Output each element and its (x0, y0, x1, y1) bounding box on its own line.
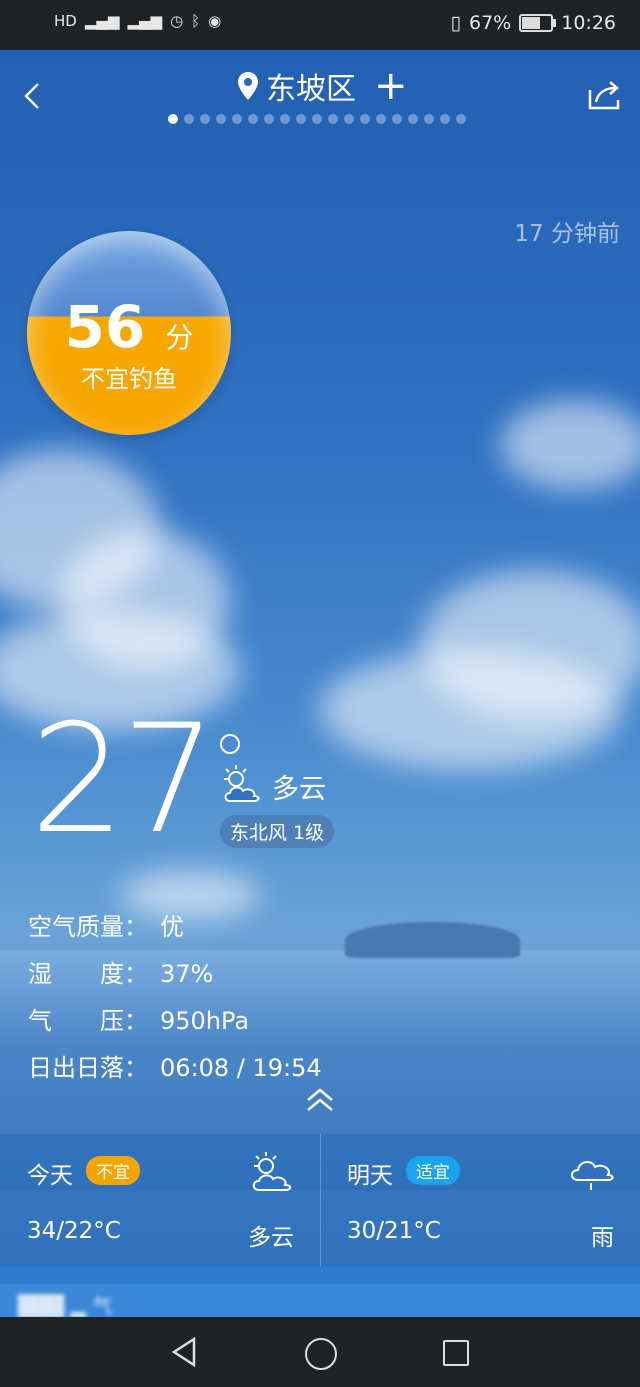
battery-icon (519, 14, 557, 32)
vibrate-icon: ▯ (450, 12, 461, 34)
detail-value: 950hPa (160, 1007, 250, 1035)
signal-icon: ▂▄▆ (127, 12, 163, 30)
status-bar: HD ▂▄▆ ▂▄▆ ◷ ᛒ ◉ ▯ 67% 10:26 (0, 0, 640, 50)
share-button[interactable] (586, 80, 622, 112)
detail-row-sun: 日出日落： 06:08 / 19:54 (28, 1045, 322, 1092)
page-dot (168, 114, 178, 124)
fishing-score-value: 56 (64, 293, 146, 361)
detail-row-pressure: 气 压： 950hPa (28, 998, 322, 1045)
degree-symbol (220, 734, 240, 754)
location-name: 东坡区 (266, 72, 356, 107)
location-pin-icon (238, 72, 258, 100)
system-nav-bar (0, 1317, 640, 1387)
detail-label: 气 压： (28, 1007, 148, 1035)
rain-icon (571, 1161, 614, 1190)
4g-signal-icon: ▂▄▆ (84, 12, 120, 30)
battery-percent: 67% (469, 12, 512, 34)
share-icon (588, 81, 620, 110)
page-dot (184, 114, 194, 124)
island-background (345, 922, 520, 958)
weather-main: 东坡区 + 17 分钟前 56 分 不宜钓鱼 27 多云 东北风 1级 空气质量… (0, 50, 640, 1317)
wind-badge: 东北风 1级 (220, 815, 335, 848)
detail-value: 优 (160, 913, 184, 941)
page-dot (392, 114, 402, 124)
nav-back-button[interactable] (170, 1337, 198, 1367)
forecast-condition: 雨 (591, 1225, 614, 1251)
page-dot (328, 114, 338, 124)
fishing-advice: 不宜钓鱼 (81, 365, 177, 393)
weather-details: 空气质量： 优 湿 度： 37% 气 压： 950hPa 日出日落： 06:08 / 1… (28, 904, 322, 1092)
forecast-temp: 34/22°C (27, 1218, 121, 1244)
forecast-strip: 今天 不宜 34/22°C 多云 明天 适宜 30/21°C 雨 (0, 1134, 640, 1266)
fishing-badge: 适宜 (406, 1156, 460, 1185)
status-icons-left: HD ▂▄▆ ▂▄▆ ◷ ᛒ ◉ (54, 12, 221, 30)
battery-fill (522, 17, 540, 29)
current-condition: 多云 (272, 774, 326, 805)
chevron-left-icon (24, 83, 39, 109)
page-dot (296, 114, 306, 124)
page-dot (376, 114, 386, 124)
page-dot (280, 114, 290, 124)
partly-cloudy-icon (224, 765, 260, 802)
page-dot (216, 114, 226, 124)
hd-icon: HD (54, 12, 77, 30)
page-dot (232, 114, 242, 124)
forecast-day: 今天 (27, 1163, 73, 1189)
forecast-day: 明天 (347, 1163, 393, 1189)
page-dot (344, 114, 354, 124)
detail-label: 湿 度： (28, 960, 148, 988)
globe-icon: ◉ (208, 12, 222, 30)
page-dot (200, 114, 210, 124)
detail-label: 空气质量： (28, 913, 148, 941)
forecast-today[interactable]: 今天 不宜 34/22°C 多云 (0, 1134, 321, 1266)
location-title[interactable]: 东坡区 + (238, 64, 408, 108)
forecast-temp: 30/21°C (347, 1218, 441, 1244)
page-dot (264, 114, 274, 124)
detail-label: 日出日落： (28, 1054, 148, 1082)
alarm-icon: ◷ (170, 12, 184, 30)
detail-value: 37% (160, 960, 214, 988)
update-time: 17 分钟前 (514, 221, 620, 247)
page-dot (456, 114, 466, 124)
detail-value: 06:08 / 19:54 (160, 1054, 322, 1082)
page-dot (248, 114, 258, 124)
nav-recent-button[interactable] (443, 1340, 469, 1366)
page-dot (360, 114, 370, 124)
bottom-panel: ███ ▂ 气 (0, 1266, 640, 1317)
page-indicator (168, 114, 466, 124)
current-temperature: 27 (30, 693, 217, 867)
status-time: 10:26 (561, 12, 616, 34)
fishing-score-unit: 分 (165, 321, 194, 354)
detail-row-air: 空气质量： 优 (28, 904, 322, 951)
detail-row-humidity: 湿 度： 37% (28, 951, 322, 998)
back-button[interactable] (22, 80, 52, 120)
forecast-tomorrow[interactable]: 明天 适宜 30/21°C 雨 (320, 1134, 640, 1266)
add-city-button[interactable]: + (374, 66, 408, 106)
page-dot (440, 114, 450, 124)
bluetooth-icon: ᛒ (191, 12, 201, 30)
double-chevron-up-icon (307, 1088, 333, 1111)
fishing-index-ball[interactable]: 56 分 不宜钓鱼 (27, 231, 231, 435)
page-dot (312, 114, 322, 124)
status-icons-right: ▯ 67% 10:26 (451, 12, 616, 34)
fishing-score: 56 分 (27, 293, 231, 361)
expand-button[interactable] (304, 1084, 336, 1114)
nav-home-button[interactable] (305, 1338, 337, 1370)
top-bar: 东坡区 + (0, 50, 640, 140)
page-dot (408, 114, 418, 124)
bottom-panel-blurred-text: ███ ▂ 气 (18, 1294, 113, 1317)
partly-cloudy-icon (252, 1152, 292, 1191)
fishing-badge: 不宜 (86, 1156, 140, 1185)
page-dot (424, 114, 434, 124)
forecast-condition: 多云 (248, 1225, 294, 1251)
